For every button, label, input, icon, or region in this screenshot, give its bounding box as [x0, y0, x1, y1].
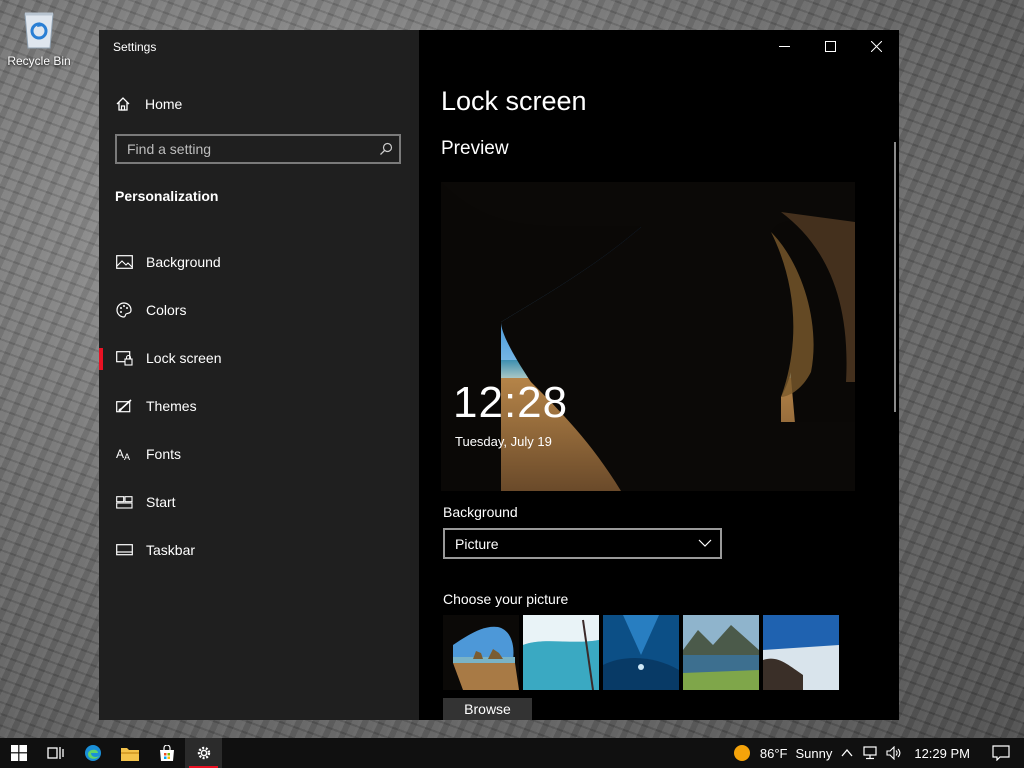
start-icon [115, 493, 133, 511]
chevron-down-icon [698, 539, 712, 547]
picture-thumbnail[interactable] [603, 615, 679, 690]
store-icon [159, 745, 174, 761]
network-icon[interactable] [862, 746, 878, 760]
sun-weather-icon[interactable] [732, 743, 752, 763]
minimize-button[interactable] [761, 30, 807, 62]
sidebar-item-themes[interactable]: Themes [99, 382, 419, 430]
scrollbar[interactable] [894, 142, 896, 412]
maximize-button[interactable] [807, 30, 853, 62]
svg-text:A: A [124, 452, 130, 461]
main-panel: Lock screen Preview 12:28 Tuesday, July … [419, 30, 899, 720]
sidebar-item-label: Start [146, 494, 176, 510]
picture-thumbnail[interactable] [523, 615, 599, 690]
sidebar-item-start[interactable]: Start [99, 478, 419, 526]
volume-icon[interactable] [886, 746, 902, 760]
edge-icon [84, 745, 101, 761]
section-title: Personalization [115, 188, 219, 204]
fonts-icon: AA [115, 445, 133, 463]
maximize-icon [824, 40, 836, 52]
settings-window: Settings Home Personalization [99, 30, 899, 720]
store-button[interactable] [148, 738, 185, 768]
window-title: Settings [113, 40, 157, 54]
recycle-bin-icon [24, 12, 54, 49]
home-label: Home [145, 96, 183, 112]
system-tray: 86°F Sunny 12:29 PM [724, 738, 1024, 768]
window-controls [761, 30, 899, 62]
picture-thumbnails [443, 615, 839, 690]
themes-icon [115, 397, 133, 415]
close-button[interactable] [853, 30, 899, 62]
task-view-icon [46, 747, 64, 759]
folder-icon [120, 747, 139, 761]
gear-icon [197, 746, 210, 760]
sidebar-item-fonts[interactable]: AA Fonts [99, 430, 419, 478]
notification-icon[interactable] [992, 745, 1010, 761]
clock-time[interactable]: 12:29 PM [914, 746, 970, 761]
preview-time: 12:28 [453, 378, 569, 427]
taskbar: 86°F Sunny 12:29 PM [0, 738, 1024, 768]
picture-thumbnail[interactable] [443, 615, 519, 690]
edge-button[interactable] [74, 738, 111, 768]
background-label: Background [443, 504, 518, 520]
settings-taskbar-button[interactable] [185, 738, 222, 768]
file-explorer-button[interactable] [111, 738, 148, 768]
sidebar-item-colors[interactable]: Colors [99, 286, 419, 334]
recycle-bin-shortcut[interactable]: Recycle Bin [6, 6, 72, 68]
svg-text:A: A [116, 447, 124, 461]
recycle-bin-label: Recycle Bin [7, 54, 71, 68]
preview-date: Tuesday, July 19 [455, 434, 552, 449]
choose-picture-label: Choose your picture [443, 591, 569, 607]
weather-temperature[interactable]: 86°F [760, 746, 788, 761]
picture-thumbnail[interactable] [683, 615, 759, 690]
close-icon [870, 40, 882, 52]
picture-icon [115, 253, 133, 271]
picture-thumbnail[interactable] [763, 615, 839, 690]
sidebar-item-taskbar[interactable]: Taskbar [99, 526, 419, 574]
home-icon [116, 97, 130, 111]
sidebar-item-lock-screen[interactable]: Lock screen [99, 334, 419, 382]
task-view-button[interactable] [37, 738, 74, 768]
home-nav[interactable]: Home [115, 94, 182, 114]
sidebar-item-label: Taskbar [146, 542, 196, 558]
page-title: Lock screen [441, 86, 587, 116]
taskbar-icon [115, 541, 133, 559]
sidebar: Settings Home Personalization [99, 30, 419, 720]
minimize-icon [778, 45, 790, 47]
sidebar-item-label: Background [146, 254, 221, 270]
sidebar-item-label: Colors [146, 302, 187, 318]
browse-button[interactable]: Browse [443, 698, 532, 720]
lock-screen-icon [115, 349, 133, 367]
lock-screen-preview: 12:28 Tuesday, July 19 [441, 182, 855, 491]
sidebar-item-label: Lock screen [146, 350, 222, 366]
background-selected-value: Picture [455, 535, 499, 552]
search-input[interactable] [117, 140, 373, 158]
windows-logo-icon [10, 745, 27, 761]
weather-condition[interactable]: Sunny [795, 746, 832, 761]
palette-icon [115, 301, 133, 319]
chevron-up-icon[interactable] [840, 746, 854, 760]
search-box[interactable] [115, 134, 401, 164]
sidebar-item-background[interactable]: Background [99, 238, 419, 286]
preview-heading: Preview [441, 138, 509, 159]
search-icon[interactable] [373, 142, 399, 156]
sidebar-item-label: Themes [146, 398, 197, 414]
background-dropdown[interactable]: Picture [443, 528, 722, 559]
start-button[interactable] [0, 738, 37, 768]
sidebar-nav: Background Colors Lock screen Themes A A… [99, 238, 419, 574]
sidebar-item-label: Fonts [146, 446, 182, 462]
